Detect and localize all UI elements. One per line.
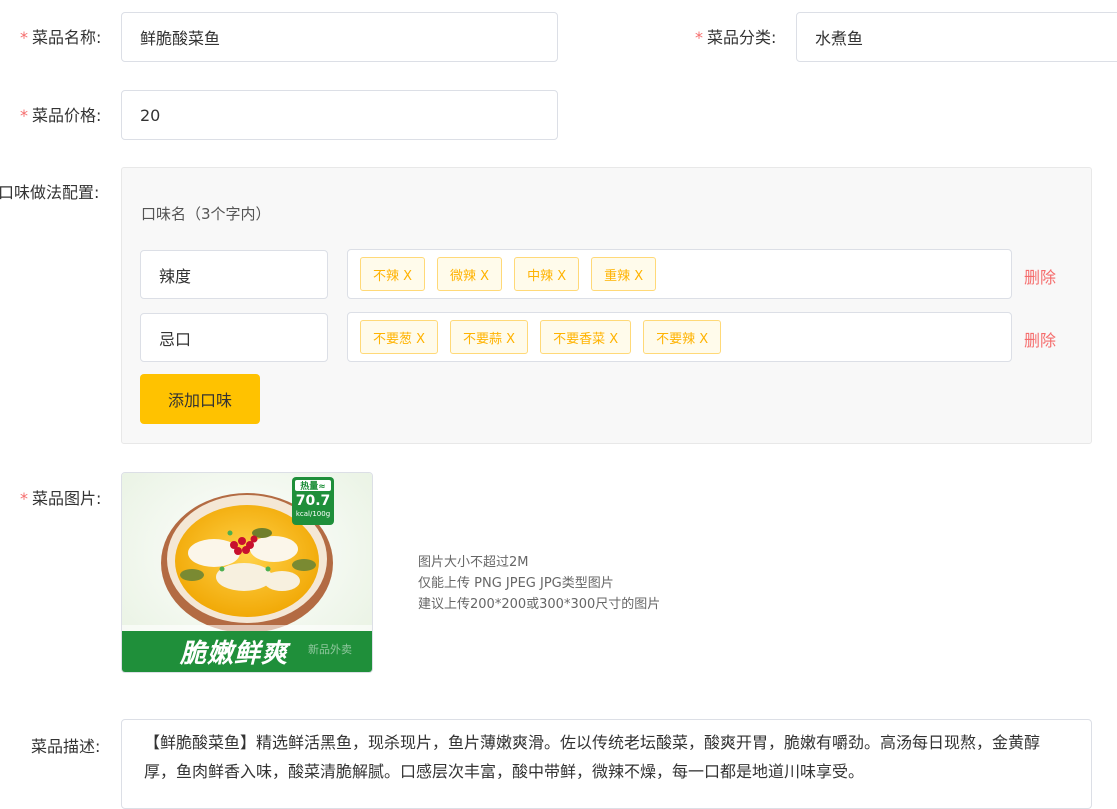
dish-category-label: * 菜品分类: (695, 28, 777, 47)
flavor-tag[interactable]: 中辣 X (514, 257, 580, 291)
required-mark: * (695, 28, 703, 47)
dish-name-input[interactable]: 鲜脆酸菜鱼 (121, 12, 558, 62)
image-upload-hints: 图片大小不超过2M 仅能上传 PNG JPEG JPG类型图片 建议上传200*… (418, 555, 661, 612)
flavor-tags-box[interactable]: 不要葱 X 不要蒜 X 不要香菜 X 不要辣 X (347, 312, 1012, 362)
flavor-name-input[interactable]: 辣度 (140, 250, 328, 299)
flavor-tag[interactable]: 微辣 X (437, 257, 503, 291)
flavor-tag[interactable]: 不要辣 X (643, 320, 722, 354)
flavor-name-hint: 口味名（3个字内） (141, 205, 271, 223)
flavor-tag[interactable]: 不要香菜 X (540, 320, 632, 354)
flavor-tag[interactable]: 重辣 X (591, 257, 657, 291)
flavor-tags-box[interactable]: 不辣 X 微辣 X 中辣 X 重辣 X (347, 249, 1012, 299)
flavor-tag[interactable]: 不要蒜 X (450, 320, 529, 354)
required-mark: * (20, 489, 28, 508)
flavor-config-label: 口味做法配置: (0, 183, 100, 202)
dish-price-label: * 菜品价格: (20, 106, 102, 125)
add-flavor-button[interactable]: 添加口味 (140, 374, 260, 424)
dish-description-textarea[interactable]: 【鲜脆酸菜鱼】精选鲜活黑鱼，现杀现片，鱼片薄嫩爽滑。佐以传统老坛酸菜，酸爽开胃，… (121, 719, 1092, 809)
flavor-name-input[interactable]: 忌口 (140, 313, 328, 362)
required-mark: * (20, 106, 28, 125)
dish-image-label: * 菜品图片: (20, 489, 102, 508)
calorie-badge-value: 70.7 (295, 493, 331, 509)
flavor-tag[interactable]: 不要葱 X (360, 320, 439, 354)
delete-flavor-button[interactable]: 删除 (1024, 327, 1056, 351)
image-banner-text: 脆嫩鲜爽 (180, 639, 289, 669)
dish-name-label: * 菜品名称: (20, 28, 102, 47)
dish-image-upload[interactable]: 热量≈ 70.7 kcal/100g 脆嫩鲜爽 新品外卖 (121, 472, 373, 673)
flavor-tag[interactable]: 不辣 X (360, 257, 426, 291)
dish-category-select[interactable]: 水煮鱼 (796, 12, 1117, 62)
required-mark: * (20, 28, 28, 47)
calorie-badge-unit: kcal/100g (295, 510, 331, 518)
dish-description-label: 菜品描述: (31, 737, 101, 756)
delete-flavor-button[interactable]: 删除 (1024, 264, 1056, 288)
dish-price-input[interactable]: 20 (121, 90, 558, 140)
calorie-badge-title: 热量≈ (300, 482, 326, 492)
image-watermark: 新品外卖 (308, 643, 352, 656)
